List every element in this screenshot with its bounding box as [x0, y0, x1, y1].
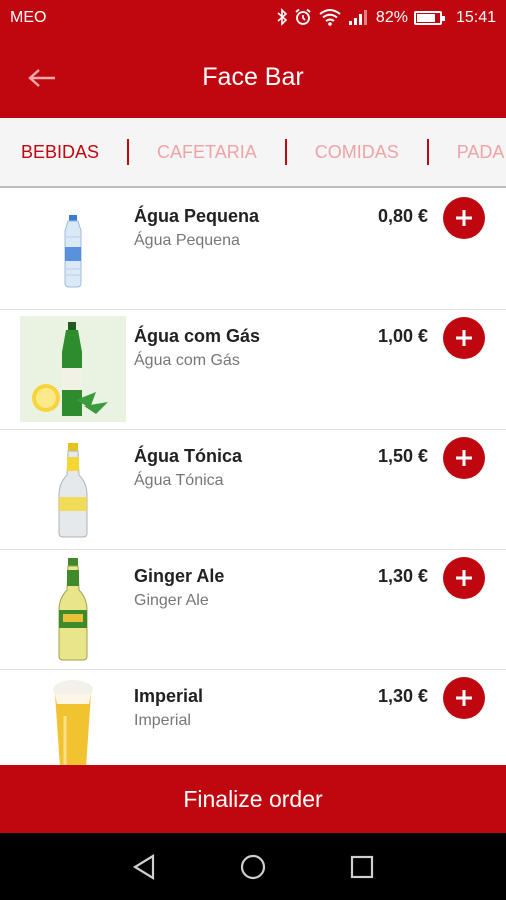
plus-icon [456, 210, 472, 226]
product-description: Imperial [134, 712, 191, 729]
product-price: 1,50 € [377, 446, 428, 466]
product-row[interactable]: Água Tónica Água Tónica 1,50 € [0, 430, 506, 550]
square-recents-icon [350, 855, 373, 878]
tab-bebidas[interactable]: BEBIDAS [0, 142, 127, 163]
product-row[interactable]: Água com Gás Água com Gás 1,00 € [0, 310, 506, 430]
product-name: Imperial [134, 686, 204, 706]
app-bar: Face Bar [0, 36, 506, 118]
clock: 15:41 [455, 9, 496, 26]
tab-cafetaria[interactable]: CAFETARIA [129, 142, 285, 163]
add-to-order-button[interactable] [443, 197, 485, 239]
add-to-order-button[interactable] [443, 317, 485, 359]
nav-home-button[interactable] [233, 847, 273, 887]
battery-percent: 82% [375, 9, 408, 26]
page-title: Face Bar [202, 62, 304, 91]
battery-icon [413, 11, 445, 25]
nav-recents-button[interactable] [342, 847, 382, 887]
plus-icon [456, 570, 472, 586]
plus-icon [456, 450, 472, 466]
product-price: 1,30 € [377, 566, 428, 586]
carrier-label: MEO [10, 9, 47, 26]
product-row[interactable]: Imperial Imperial 1,30 € [0, 670, 506, 765]
wifi-icon [318, 8, 342, 29]
finalize-order-button[interactable]: Finalize order [0, 765, 506, 833]
product-name: Ginger Ale [134, 566, 225, 586]
battery-fill [416, 14, 435, 22]
product-description: Água Tónica [134, 472, 224, 489]
circle-home-icon [240, 854, 266, 879]
product-image-small-water [20, 196, 126, 302]
signal-icon [348, 8, 370, 29]
product-name: Água com Gás [134, 326, 261, 346]
alarm-icon [294, 8, 312, 29]
product-description: Água Pequena [134, 232, 240, 249]
nav-back-button[interactable] [124, 847, 164, 887]
arrow-left-icon [28, 69, 55, 87]
tab-comidas[interactable]: COMIDAS [287, 142, 427, 163]
product-list: Água Pequena Água Pequena 0,80 € Água co… [0, 190, 506, 765]
status-icons: 82% 15:41 [276, 7, 496, 29]
add-to-order-button[interactable] [443, 557, 485, 599]
product-description: Água com Gás [134, 352, 240, 369]
product-row[interactable]: Água Pequena Água Pequena 0,80 € [0, 190, 506, 310]
bluetooth-icon [276, 7, 288, 29]
status-bar: MEO 82% 15:41 [0, 0, 506, 36]
add-to-order-button[interactable] [443, 677, 485, 719]
product-image-sparkling-water [20, 316, 126, 422]
product-price: 1,00 € [377, 326, 428, 346]
plus-icon [456, 330, 472, 346]
product-row[interactable]: Ginger Ale Ginger Ale 1,30 € [0, 550, 506, 670]
category-tabs: BEBIDAS CAFETARIA COMIDAS PADA [0, 118, 506, 188]
product-price: 0,80 € [377, 206, 428, 226]
product-name: Água Tónica [134, 446, 243, 466]
product-price: 1,30 € [377, 686, 428, 706]
product-image-tonic-water [20, 436, 126, 542]
tab-pada[interactable]: PADA [429, 142, 506, 163]
triangle-back-icon [133, 853, 155, 880]
system-nav-bar [0, 833, 506, 900]
add-to-order-button[interactable] [443, 437, 485, 479]
product-name: Água Pequena [134, 206, 260, 226]
product-image-ginger-ale [20, 556, 126, 662]
product-description: Ginger Ale [134, 592, 209, 609]
product-image-beer [20, 676, 126, 765]
back-button[interactable] [22, 58, 62, 98]
plus-icon [456, 690, 472, 706]
